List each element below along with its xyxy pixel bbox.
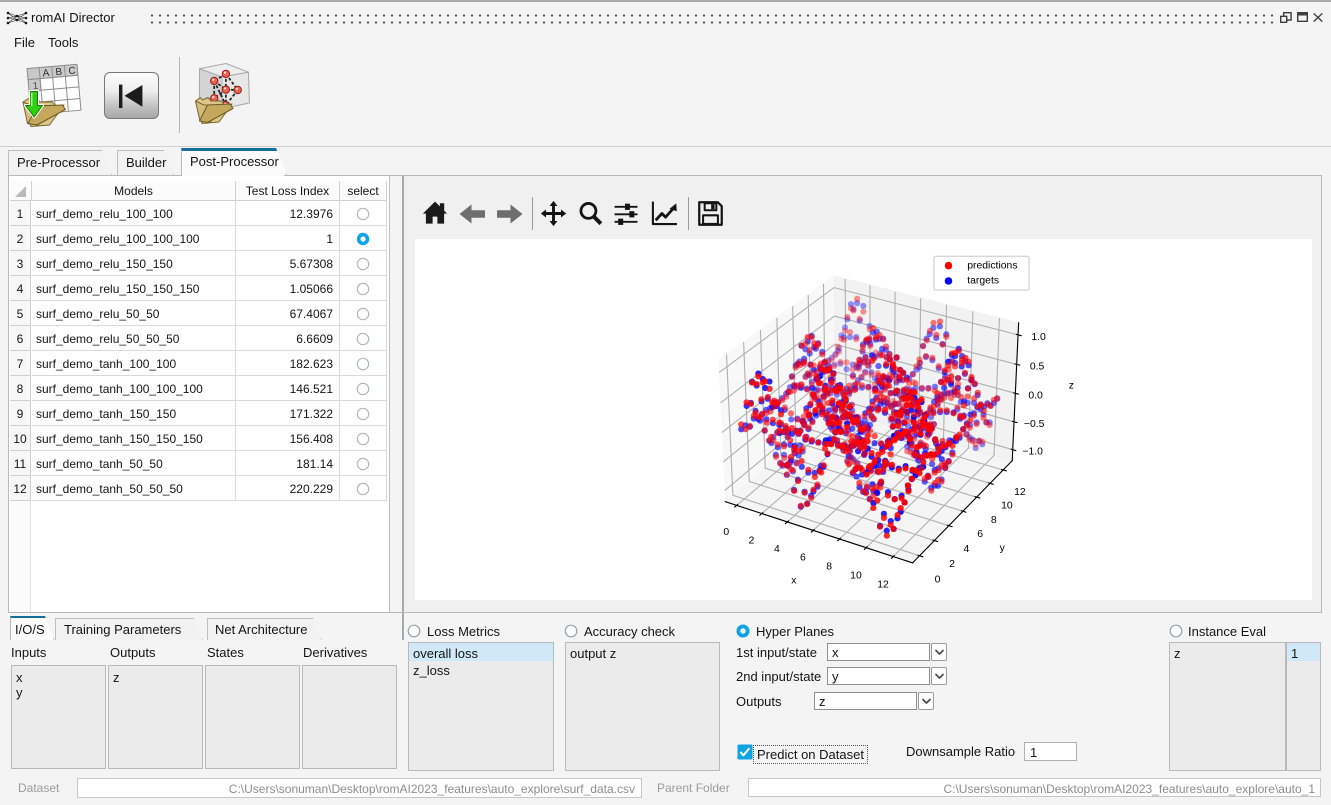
svg-text:2: 2 — [949, 559, 955, 570]
svg-text:z: z — [1069, 381, 1074, 392]
svg-text:10: 10 — [850, 570, 862, 581]
svg-text:0.0: 0.0 — [1028, 390, 1043, 401]
svg-text:C: C — [68, 65, 76, 77]
svg-text:A: A — [42, 68, 50, 80]
svg-text:6: 6 — [977, 529, 983, 540]
svg-text:−1.0: −1.0 — [1022, 447, 1043, 458]
svg-text:−0.5: −0.5 — [1024, 419, 1045, 430]
svg-text:y: y — [1000, 543, 1006, 554]
svg-text:2: 2 — [748, 535, 754, 546]
svg-text:targets: targets — [967, 276, 999, 287]
svg-text:0: 0 — [935, 574, 941, 585]
svg-text:10: 10 — [1001, 501, 1013, 512]
svg-text:x: x — [791, 575, 797, 586]
svg-text:B: B — [55, 67, 63, 79]
svg-text:8: 8 — [991, 515, 997, 526]
svg-text:4: 4 — [963, 544, 969, 555]
svg-text:8: 8 — [826, 562, 832, 573]
svg-text:6: 6 — [800, 553, 806, 564]
svg-text:predictions: predictions — [967, 260, 1017, 271]
svg-text:4: 4 — [774, 544, 780, 555]
svg-text:12: 12 — [1014, 487, 1026, 498]
svg-text:1.0: 1.0 — [1031, 332, 1046, 343]
svg-text:0: 0 — [723, 527, 729, 538]
svg-text:0.5: 0.5 — [1030, 362, 1045, 373]
svg-text:12: 12 — [877, 579, 889, 590]
